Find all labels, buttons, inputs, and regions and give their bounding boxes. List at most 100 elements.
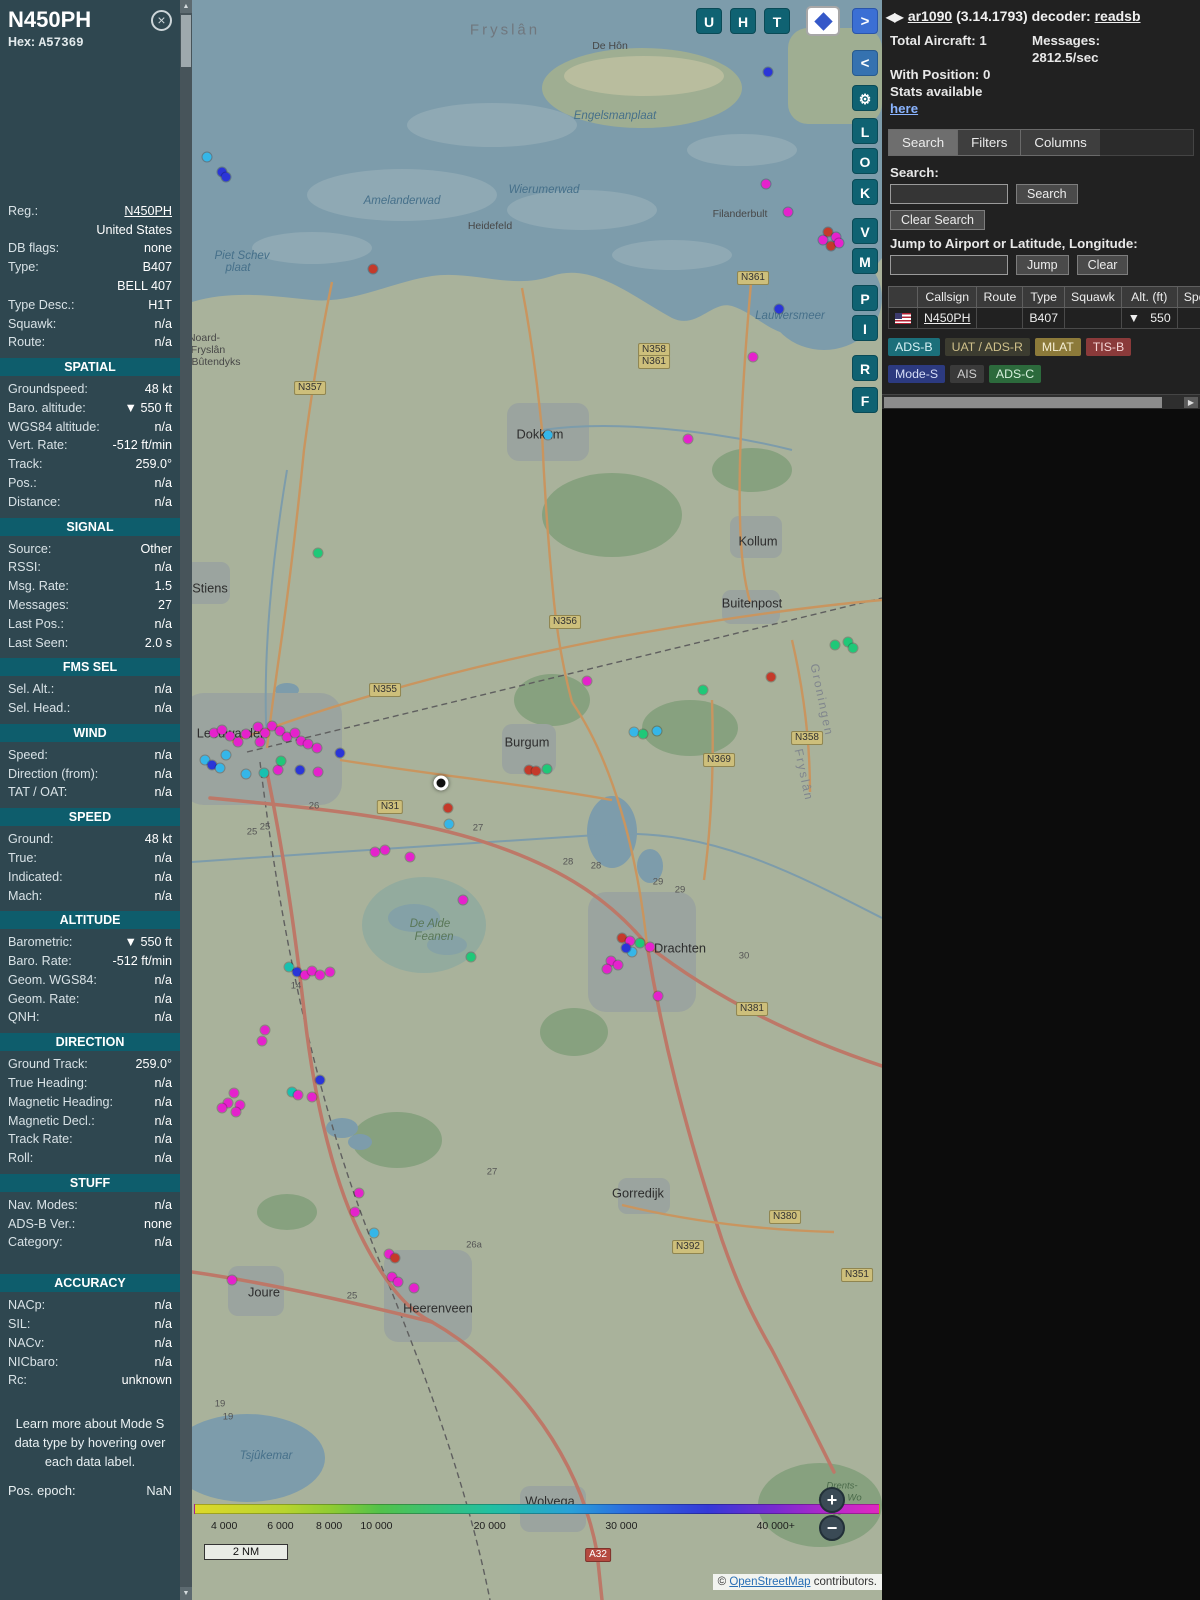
- aircraft-dot[interactable]: [652, 726, 662, 736]
- selected-aircraft-marker[interactable]: [433, 775, 449, 791]
- map-button-v[interactable]: V: [852, 218, 878, 244]
- aircraft-dot[interactable]: [766, 672, 776, 682]
- osm-link[interactable]: OpenStreetMap: [729, 1576, 810, 1588]
- aircraft-dot[interactable]: [380, 845, 390, 855]
- map-button-l[interactable]: L: [852, 118, 878, 144]
- aircraft-dot[interactable]: [313, 767, 323, 777]
- aircraft-dot[interactable]: [370, 847, 380, 857]
- aircraft-cell[interactable]: [888, 307, 918, 329]
- legend-ais[interactable]: AIS: [950, 365, 984, 383]
- jump-button[interactable]: Jump: [1016, 255, 1069, 275]
- legend-uat[interactable]: UAT / ADS-R: [944, 338, 1030, 356]
- aircraft-dot[interactable]: [368, 264, 378, 274]
- legend-adsc[interactable]: ADS-C: [988, 365, 1042, 383]
- column-header[interactable]: Alt. (ft): [1120, 286, 1178, 308]
- map-canvas[interactable]: [192, 0, 882, 1600]
- layers-button[interactable]: [806, 6, 840, 36]
- zoom-in-button[interactable]: +: [819, 1487, 845, 1513]
- aircraft-dot[interactable]: [761, 179, 771, 189]
- aircraft-dot[interactable]: [313, 548, 323, 558]
- stats-here-link[interactable]: here: [890, 101, 918, 116]
- map-button-h[interactable]: H: [730, 8, 756, 34]
- aircraft-dot[interactable]: [653, 991, 663, 1001]
- aircraft-dot[interactable]: [215, 763, 225, 773]
- horizontal-scrollbar[interactable]: ▶: [882, 394, 1200, 409]
- legend-tisb[interactable]: TIS-B: [1085, 338, 1132, 356]
- map-button-toggle-sidebar[interactable]: >: [852, 8, 878, 34]
- aircraft-dot[interactable]: [307, 1092, 317, 1102]
- aircraft-dot[interactable]: [531, 766, 541, 776]
- aircraft-dot[interactable]: [602, 964, 612, 974]
- map-button-k[interactable]: K: [852, 179, 878, 205]
- map-button-f[interactable]: F: [852, 387, 878, 413]
- aircraft-dot[interactable]: [458, 895, 468, 905]
- aircraft-dot[interactable]: [621, 943, 631, 953]
- aircraft-dot[interactable]: [783, 207, 793, 217]
- aircraft-dot[interactable]: [409, 1283, 419, 1293]
- legend-adsb[interactable]: ADS-B: [888, 338, 940, 356]
- aircraft-dot[interactable]: [325, 967, 335, 977]
- clear-jump-button[interactable]: Clear: [1076, 255, 1129, 275]
- column-header[interactable]: Type: [1022, 286, 1066, 308]
- table-row[interactable]: N450PH B407 ▼ 550: [888, 307, 1200, 329]
- map-button-collapse[interactable]: <: [852, 50, 878, 76]
- aircraft-dot[interactable]: [260, 1025, 270, 1035]
- legend-modes[interactable]: Mode-S: [888, 365, 946, 383]
- readsb-link[interactable]: readsb: [1095, 8, 1141, 24]
- column-header[interactable]: Route: [976, 286, 1024, 308]
- aircraft-dot[interactable]: [444, 819, 454, 829]
- map-button-i[interactable]: I: [852, 315, 878, 341]
- aircraft-dot[interactable]: [683, 434, 693, 444]
- scroll-thumb[interactable]: [181, 15, 191, 67]
- panel-nav-right-icon[interactable]: ▶: [894, 10, 903, 24]
- aircraft-dot[interactable]: [293, 1090, 303, 1100]
- aircraft-dot[interactable]: [284, 962, 294, 972]
- aircraft-dot[interactable]: [276, 756, 286, 766]
- aircraft-dot[interactable]: [259, 768, 269, 778]
- clear-search-button[interactable]: Clear Search: [890, 210, 985, 230]
- aircraft-dot[interactable]: [202, 152, 212, 162]
- search-input[interactable]: [890, 184, 1008, 204]
- aircraft-dot[interactable]: [466, 952, 476, 962]
- aircraft-dot[interactable]: [315, 970, 325, 980]
- aircraft-dot[interactable]: [834, 238, 844, 248]
- jump-input[interactable]: [890, 255, 1008, 275]
- aircraft-dot[interactable]: [233, 737, 243, 747]
- map-button-u[interactable]: U: [696, 8, 722, 34]
- aircraft-dot[interactable]: [405, 852, 415, 862]
- map-button-p[interactable]: P: [852, 285, 878, 311]
- close-icon[interactable]: ×: [151, 9, 172, 31]
- map[interactable]: Fryslân De Hôn Engelsmanplaat Amelanderwad W…: [192, 0, 882, 1600]
- aircraft-dot[interactable]: [763, 67, 773, 77]
- aircraft-dot[interactable]: [217, 1103, 227, 1113]
- aircraft-dot[interactable]: [638, 729, 648, 739]
- left-scrollbar[interactable]: ▲ ▼: [180, 0, 192, 1600]
- aircraft-cell[interactable]: [1064, 307, 1122, 329]
- aircraft-dot[interactable]: [698, 685, 708, 695]
- column-header[interactable]: Spd: [1176, 286, 1200, 308]
- aircraft-dot[interactable]: [645, 942, 655, 952]
- map-button-r[interactable]: R: [852, 355, 878, 381]
- aircraft-dot[interactable]: [543, 430, 553, 440]
- map-button-settings[interactable]: ⚙: [852, 85, 878, 111]
- scroll-up-icon[interactable]: ▲: [180, 0, 192, 13]
- tar1090-link[interactable]: ar1090: [908, 8, 952, 24]
- aircraft-dot[interactable]: [848, 643, 858, 653]
- aircraft-dot[interactable]: [221, 172, 231, 182]
- tab-columns[interactable]: Columns: [1020, 129, 1100, 156]
- aircraft-dot[interactable]: [393, 1277, 403, 1287]
- aircraft-dot[interactable]: [221, 750, 231, 760]
- column-header[interactable]: [888, 286, 918, 308]
- aircraft-cell[interactable]: [1176, 307, 1200, 329]
- aircraft-dot[interactable]: [257, 1036, 267, 1046]
- hscroll-right-icon[interactable]: ▶: [1184, 397, 1198, 408]
- aircraft-dot[interactable]: [241, 729, 251, 739]
- aircraft-dot[interactable]: [335, 748, 345, 758]
- aircraft-dot[interactable]: [229, 1088, 239, 1098]
- aircraft-dot[interactable]: [629, 727, 639, 737]
- panel-nav-left-icon[interactable]: ◀: [886, 10, 895, 24]
- tab-search[interactable]: Search: [888, 129, 958, 156]
- aircraft-dot[interactable]: [613, 960, 623, 970]
- aircraft-dot[interactable]: [231, 1107, 241, 1117]
- aircraft-dot[interactable]: [227, 1275, 237, 1285]
